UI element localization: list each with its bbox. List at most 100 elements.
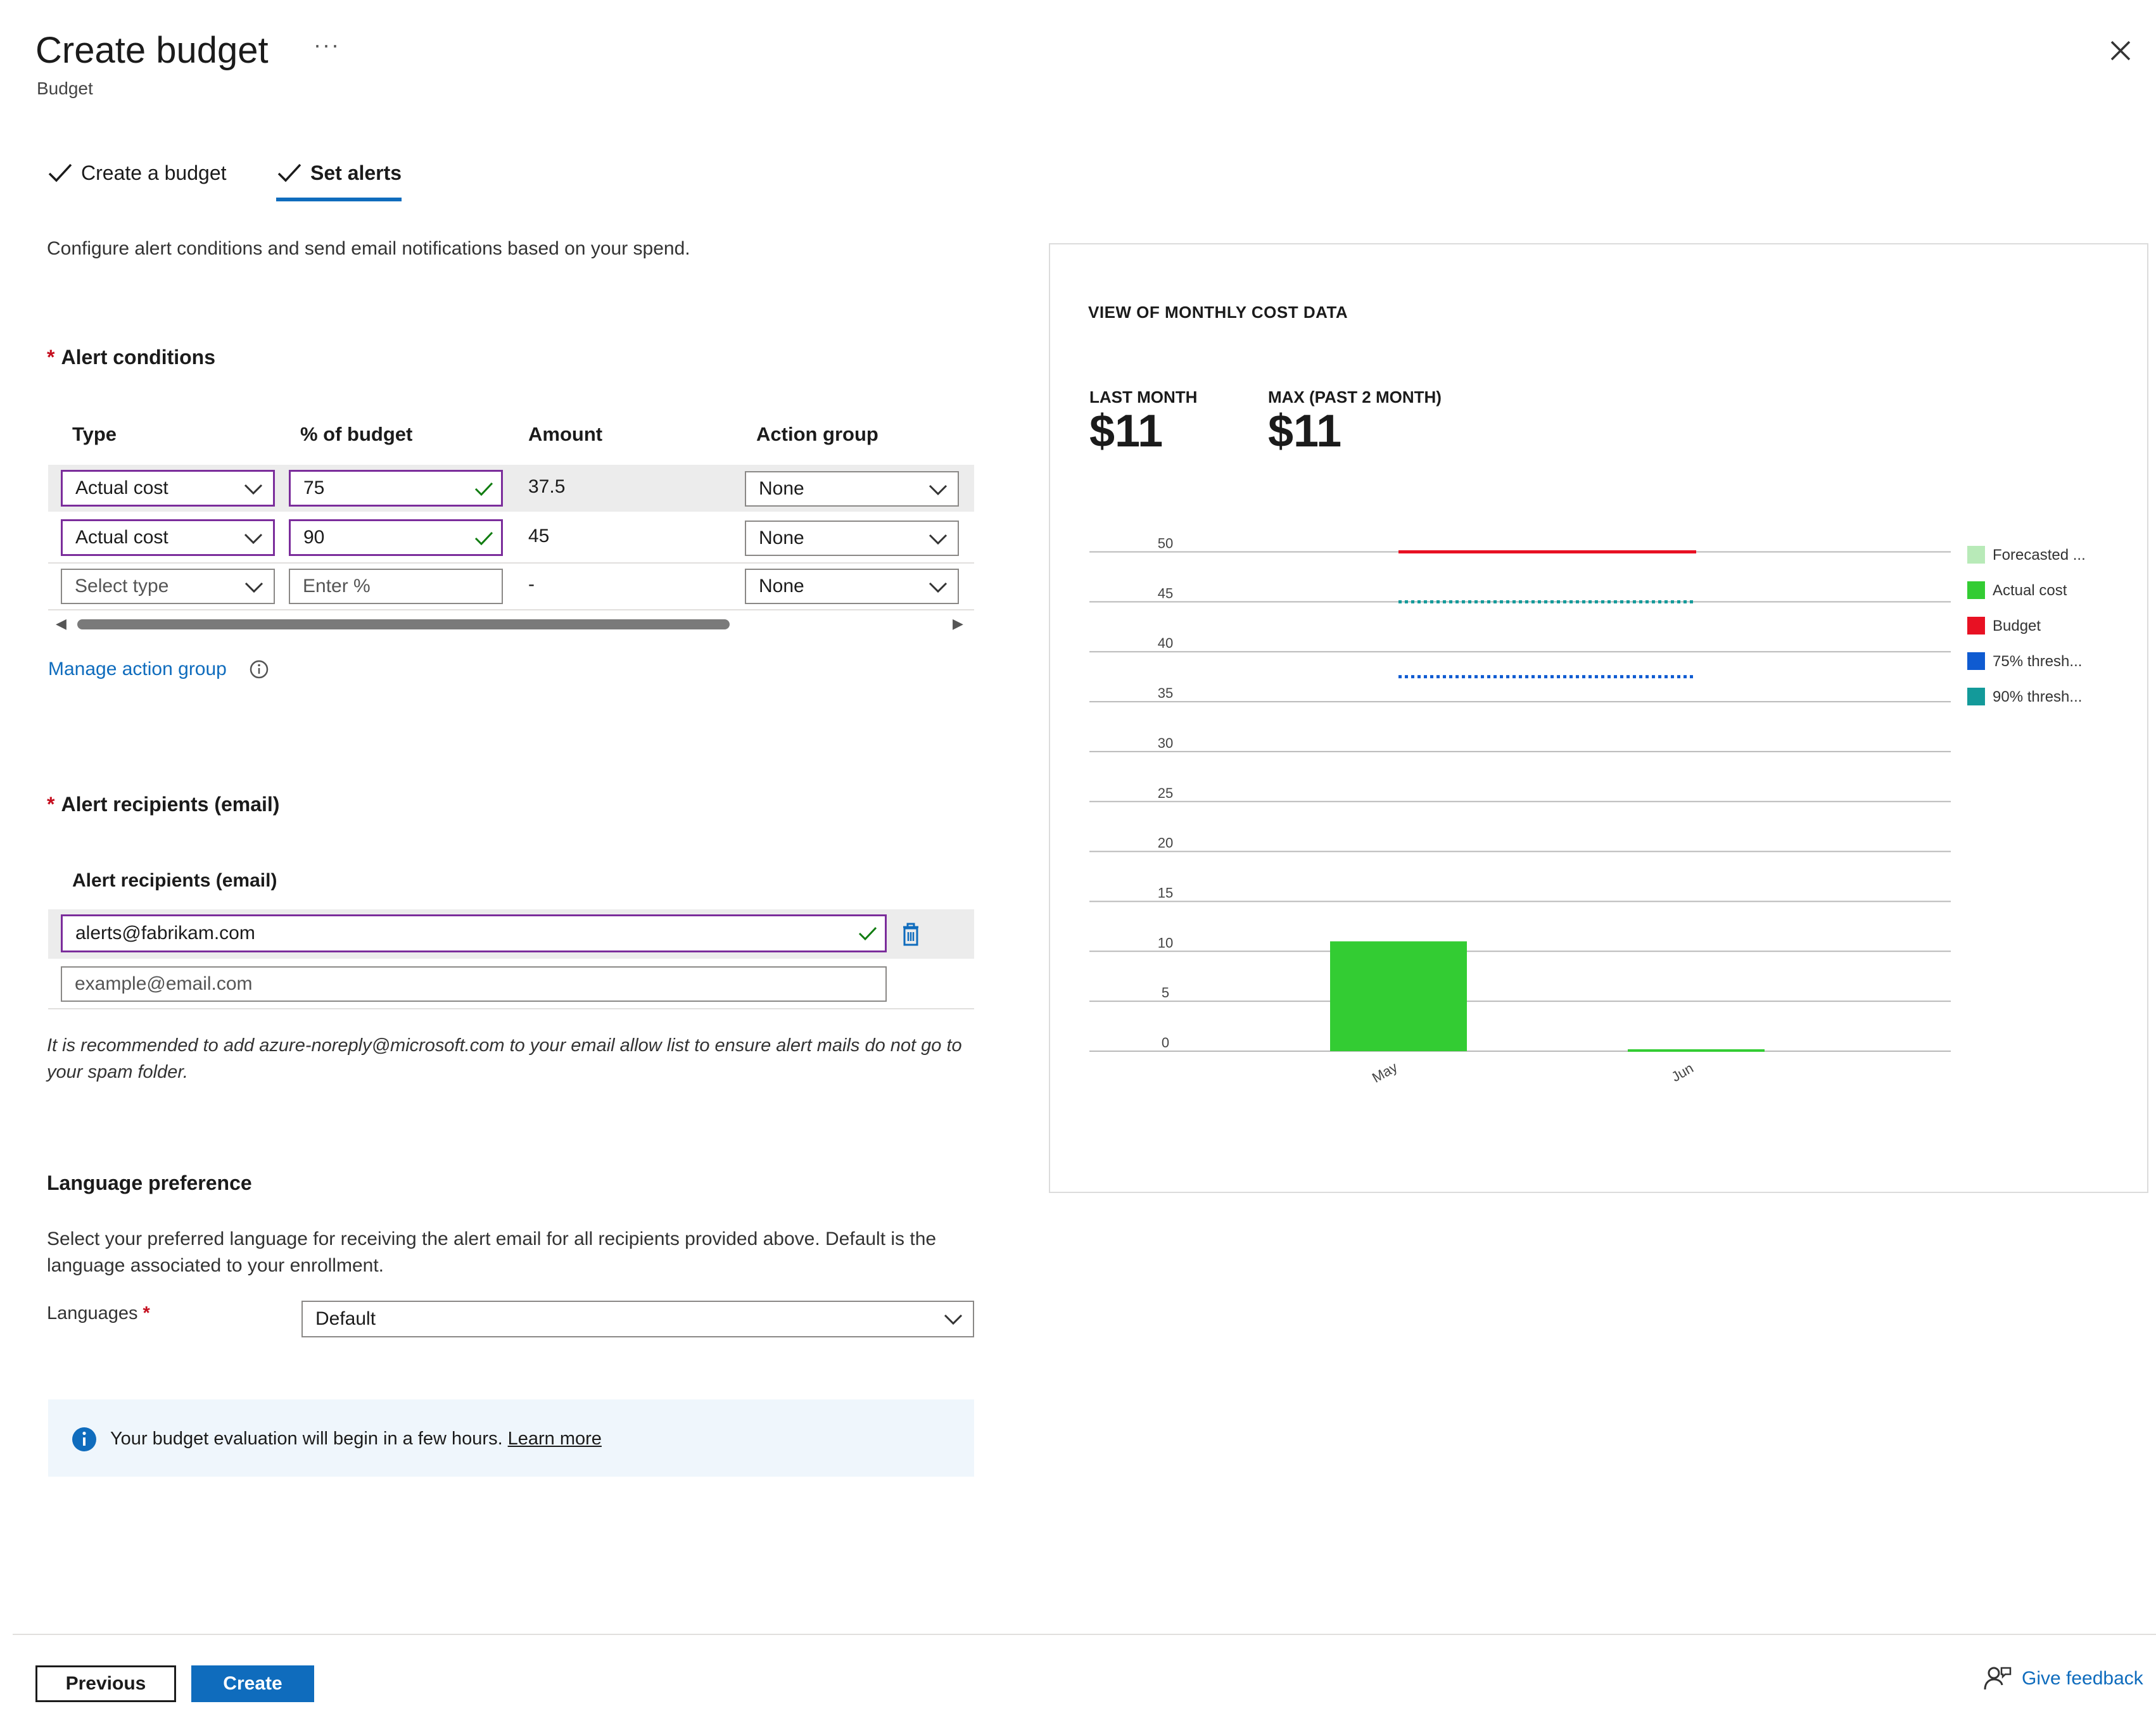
close-icon: [2110, 41, 2131, 61]
create-button[interactable]: Create: [191, 1665, 314, 1702]
y-tick-label: 50: [1158, 536, 1173, 552]
y-tick-label: 30: [1158, 735, 1173, 751]
language-description: Select your preferred language for recei…: [47, 1228, 937, 1276]
y-tick-label: 10: [1158, 935, 1173, 950]
close-button[interactable]: [2108, 38, 2133, 63]
required-indicator: *: [47, 346, 55, 369]
language-preference-heading: Language preference: [47, 1171, 252, 1194]
recipients-column-label: Alert recipients (email): [72, 870, 277, 891]
tab-create-a-budget[interactable]: Create a budget: [47, 160, 227, 186]
allowlist-note: It is recommended to add azure-noreply@m…: [47, 1035, 962, 1082]
y-tick-label: 25: [1158, 785, 1173, 801]
kpi-max-label: MAX (PAST 2 MONTH): [1268, 388, 1442, 407]
row-divider: [48, 609, 974, 610]
info-filled-icon: [72, 1427, 96, 1451]
page-subtitle: Budget: [37, 79, 93, 98]
give-feedback-link[interactable]: Give feedback: [1982, 1664, 2143, 1693]
tab-label: Set alerts: [310, 161, 402, 184]
legend-label: Budget: [1993, 617, 2041, 635]
languages-select[interactable]: Default: [301, 1301, 974, 1337]
type-select[interactable]: Select type: [61, 569, 275, 604]
page-description: Configure alert conditions and send emai…: [47, 238, 690, 259]
delete-icon[interactable]: [898, 921, 923, 949]
x-tick-label: May: [1369, 1059, 1400, 1085]
languages-label: Languages *: [47, 1303, 150, 1323]
tab-set-alerts[interactable]: Set alerts: [276, 160, 402, 186]
action-group-select[interactable]: None: [745, 471, 959, 507]
percent-input[interactable]: Enter %: [289, 569, 503, 604]
legend-swatch: [1967, 688, 1985, 705]
y-tick-label: 35: [1158, 685, 1173, 701]
chevron-down-icon: [244, 582, 263, 593]
y-tick-label: 0: [1162, 1035, 1169, 1051]
scroll-right-arrow[interactable]: ▶: [953, 616, 963, 632]
email-field[interactable]: alerts@fabrikam.com: [61, 914, 887, 952]
footer-divider: [13, 1634, 2156, 1635]
required-indicator: *: [47, 793, 55, 816]
legend-label: 90% thresh...: [1993, 688, 2082, 705]
kpi-max-value: $11: [1268, 406, 1342, 457]
page-title: Create budget: [35, 30, 269, 71]
y-tick-label: 20: [1158, 835, 1173, 851]
action-group-select[interactable]: None: [745, 569, 959, 604]
manage-action-group-link[interactable]: Manage action group: [48, 659, 227, 680]
chevron-down-icon: [244, 533, 263, 545]
legend-swatch: [1967, 546, 1985, 564]
legend-swatch: [1967, 652, 1985, 670]
email-field[interactable]: example@email.com: [61, 966, 887, 1002]
legend-label: Actual cost: [1993, 582, 2067, 599]
give-feedback-label: Give feedback: [2022, 1668, 2143, 1689]
chevron-down-icon: [944, 1314, 963, 1325]
active-tab-indicator: [276, 198, 402, 201]
chevron-down-icon: [929, 534, 948, 545]
previous-button[interactable]: Previous: [35, 1665, 176, 1702]
learn-more-link[interactable]: Learn more: [508, 1429, 602, 1449]
amount-value: 37.5: [528, 476, 566, 497]
required-indicator: *: [143, 1303, 150, 1323]
monthly-cost-chart: 0 5 10 15 20 25 30 35 40 45 50 May Jun Forecasted ...…: [1089, 536, 2086, 1086]
alert-conditions-heading: * Alert conditions: [47, 346, 216, 369]
kpi-last-month-value: $11: [1089, 406, 1164, 457]
column-header-amount: Amount: [528, 423, 603, 445]
checkmark-icon: [277, 163, 301, 182]
action-group-select[interactable]: None: [745, 521, 959, 556]
x-tick-label: Jun: [1669, 1060, 1696, 1085]
kpi-last-month-label: LAST MONTH: [1089, 388, 1198, 407]
scrollbar-thumb[interactable]: [77, 619, 730, 629]
info-icon[interactable]: [248, 659, 270, 680]
info-message-bar: Your budget evaluation will begin in a f…: [48, 1399, 974, 1477]
y-tick-label: 40: [1158, 635, 1173, 651]
valid-check-icon: [858, 926, 877, 941]
legend-label: Forecasted ...: [1993, 546, 2086, 564]
type-select[interactable]: Actual cost: [61, 519, 275, 556]
info-message-text: Your budget evaluation will begin in a f…: [110, 1429, 503, 1449]
valid-check-icon: [474, 482, 493, 496]
chevron-down-icon: [244, 484, 263, 495]
legend-swatch: [1967, 581, 1985, 599]
percent-input[interactable]: 90: [289, 519, 503, 556]
row-divider: [48, 562, 974, 564]
legend-swatch: [1967, 617, 1985, 635]
legend-label: 75% thresh...: [1993, 653, 2082, 670]
y-tick-label: 5: [1162, 985, 1169, 1001]
column-header-action-group: Action group: [756, 423, 878, 445]
feedback-icon: [1984, 1667, 2012, 1690]
percent-input[interactable]: 75: [289, 470, 503, 507]
row-divider: [48, 1008, 974, 1009]
y-tick-label: 15: [1158, 885, 1173, 900]
bar: [1330, 941, 1467, 1051]
chevron-down-icon: [929, 484, 948, 496]
scroll-left-arrow[interactable]: ◀: [56, 616, 67, 632]
chart-title: VIEW OF MONTHLY COST DATA: [1088, 303, 1348, 322]
checkmark-icon: [48, 163, 72, 182]
chevron-down-icon: [929, 582, 948, 593]
alert-recipients-heading: * Alert recipients (email): [47, 793, 280, 816]
valid-check-icon: [474, 531, 493, 546]
type-select[interactable]: Actual cost: [61, 470, 275, 507]
amount-value: 45: [528, 526, 550, 546]
more-options-button[interactable]: ···: [314, 32, 340, 58]
column-header-percent: % of budget: [300, 423, 413, 445]
amount-value: -: [528, 574, 535, 595]
column-header-type: Type: [72, 423, 117, 445]
y-tick-label: 45: [1158, 585, 1173, 601]
